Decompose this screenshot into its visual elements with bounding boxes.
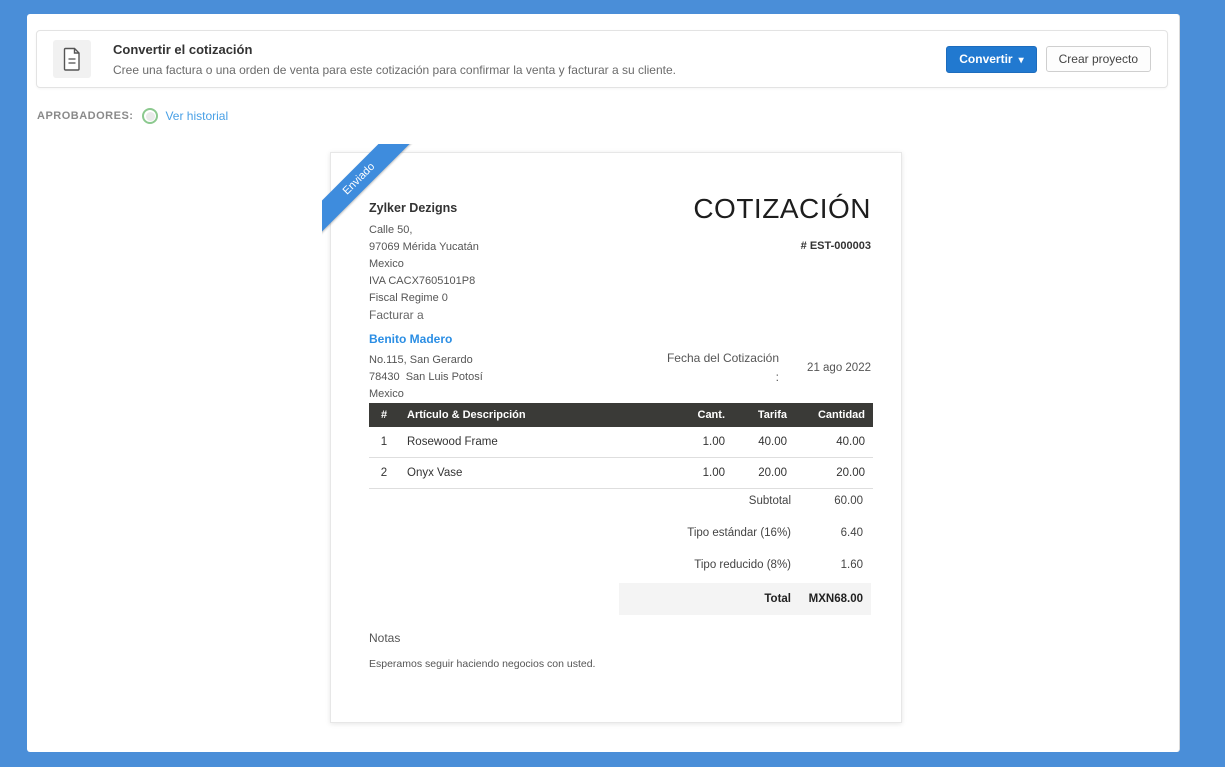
company-address-line: Fiscal Regime 0: [369, 290, 479, 307]
company-name: Zylker Dezigns: [369, 201, 479, 215]
totals-row: Tipo estándar (16%)6.40: [619, 517, 871, 549]
cell-row-number: 2: [369, 458, 399, 489]
total-value: MXN68.00: [791, 593, 863, 605]
quotation-date-colon: :: [639, 368, 779, 387]
convert-banner-text: Convertir el cotización Cree una factura…: [113, 42, 946, 77]
app-window: Convertir el cotización Cree una factura…: [27, 14, 1180, 752]
cell-rate: 20.00: [733, 458, 795, 489]
view-history-link[interactable]: Ver historial: [165, 109, 228, 123]
totals-block: Subtotal60.00Tipo estándar (16%)6.40Tipo…: [619, 485, 871, 615]
document-head: COTIZACIÓN # EST-000003: [693, 193, 871, 252]
quotation-paper: Enviado Zylker Dezigns Calle 50,97069 Mé…: [330, 152, 902, 723]
cell-rate: 40.00: [733, 427, 795, 458]
document-icon: [53, 40, 91, 78]
document-title: COTIZACIÓN: [693, 193, 871, 225]
approvers-row: APROBADORES: Ver historial: [37, 108, 228, 124]
total-row: Total MXN68.00: [619, 583, 871, 615]
convert-button-label: Convertir: [959, 52, 1012, 66]
items-column-header: Cant.: [671, 403, 733, 427]
items-table: #Artículo & DescripciónCant.TarifaCantid…: [369, 403, 873, 489]
company-address-line: 97069 Mérida Yucatán: [369, 239, 479, 256]
company-address-line: IVA CACX7605101P8: [369, 273, 479, 290]
company-address-line: Calle 50,: [369, 222, 479, 239]
items-column-header: #: [369, 403, 399, 427]
convert-button[interactable]: Convertir ▾: [946, 46, 1036, 73]
approvers-label: APROBADORES:: [37, 110, 133, 122]
total-label: Total: [627, 593, 791, 605]
bill-to-address-line: Mexico: [369, 386, 483, 403]
notes-block: Notas Esperamos seguir haciendo negocios…: [369, 631, 595, 670]
cell-amount: 20.00: [795, 458, 873, 489]
totals-row: Tipo reducido (8%)1.60: [619, 549, 871, 581]
totals-row-value: 60.00: [791, 495, 863, 507]
quotation-date-label: Fecha del Cotización :: [639, 349, 779, 387]
totals-row-value: 1.60: [791, 559, 863, 571]
banner-actions: Convertir ▾ Crear proyecto: [946, 46, 1151, 73]
cell-row-number: 1: [369, 427, 399, 458]
caret-down-icon: ▾: [1019, 55, 1024, 66]
bill-to-address: No.115, San Gerardo78430 San Luis Potosí…: [369, 352, 483, 403]
table-row: 1Rosewood Frame1.0040.0040.00: [369, 427, 873, 458]
items-column-header: Tarifa: [733, 403, 795, 427]
quotation-date-row: Fecha del Cotización : 21 ago 2022: [639, 349, 871, 387]
approver-avatar[interactable]: [142, 108, 158, 124]
items-table-header: #Artículo & DescripciónCant.TarifaCantid…: [369, 403, 873, 427]
company-address-line: Mexico: [369, 256, 479, 273]
convert-banner-subtitle: Cree una factura o una orden de venta pa…: [113, 63, 946, 77]
quotation-date-label-text: Fecha del Cotización: [667, 351, 779, 365]
totals-row-label: Tipo reducido (8%): [627, 559, 791, 571]
avatar-placeholder-icon: [146, 112, 155, 121]
items-column-header: Cantidad: [795, 403, 873, 427]
bill-to-address-line: No.115, San Gerardo: [369, 352, 483, 369]
bill-to-block: Facturar a Benito Madero No.115, San Ger…: [369, 308, 483, 403]
cell-item-name: Onyx Vase: [399, 458, 671, 489]
convert-banner: Convertir el cotización Cree una factura…: [36, 30, 1168, 88]
bill-to-label: Facturar a: [369, 308, 483, 322]
customer-link[interactable]: Benito Madero: [369, 332, 483, 346]
table-row: 2Onyx Vase1.0020.0020.00: [369, 458, 873, 489]
totals-row: Subtotal60.00: [619, 485, 871, 517]
page: { "banner": { "title": "Convertir el cot…: [0, 0, 1225, 767]
bill-to-address-line: 78430 San Luis Potosí: [369, 369, 483, 386]
company-block: Zylker Dezigns Calle 50,97069 Mérida Yuc…: [369, 201, 479, 307]
notes-text: Esperamos seguir haciendo negocios con u…: [369, 658, 595, 670]
document-number: # EST-000003: [693, 240, 871, 252]
cell-quantity: 1.00: [671, 427, 733, 458]
totals-row-value: 6.40: [791, 527, 863, 539]
quotation-date-value: 21 ago 2022: [779, 362, 871, 374]
cell-quantity: 1.00: [671, 458, 733, 489]
cell-amount: 40.00: [795, 427, 873, 458]
cell-item-name: Rosewood Frame: [399, 427, 671, 458]
totals-row-label: Tipo estándar (16%): [627, 527, 791, 539]
items-column-header: Artículo & Descripción: [399, 403, 671, 427]
create-project-button[interactable]: Crear proyecto: [1046, 46, 1151, 72]
convert-banner-title: Convertir el cotización: [113, 42, 946, 57]
company-address: Calle 50,97069 Mérida YucatánMexicoIVA C…: [369, 222, 479, 307]
notes-label: Notas: [369, 631, 595, 645]
totals-row-label: Subtotal: [627, 495, 791, 507]
